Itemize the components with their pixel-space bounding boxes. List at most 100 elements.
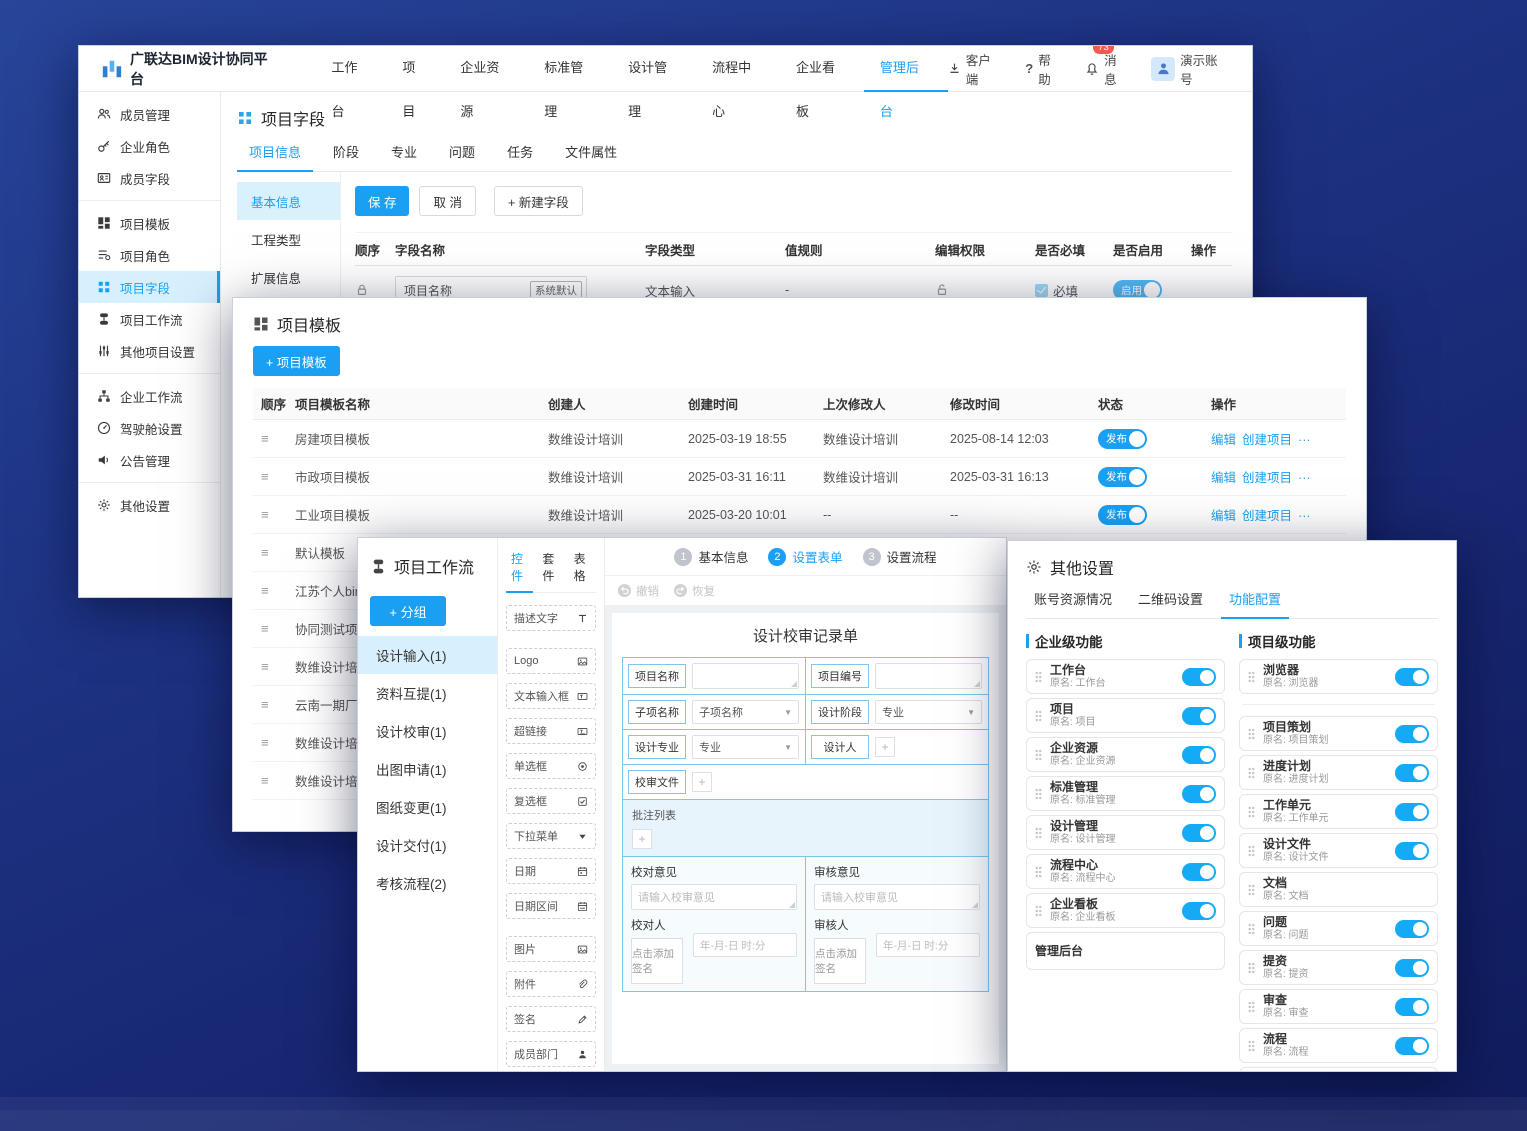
more-link[interactable]: ··· — [1298, 471, 1311, 485]
drag-dots-icon[interactable] — [1035, 671, 1042, 683]
settings-tab[interactable]: 功能配置 — [1221, 589, 1289, 619]
check-opinion-textarea[interactable]: 请输入校审意见 — [631, 884, 797, 910]
feature-toggle[interactable] — [1395, 668, 1429, 686]
drag-dots-icon[interactable] — [1035, 866, 1042, 878]
nav-menu-item[interactable]: 项目 — [386, 46, 444, 92]
fields-section-item[interactable]: 扩展信息 — [237, 258, 340, 296]
drag-dots-icon[interactable] — [1248, 728, 1255, 740]
publish-toggle[interactable]: 发布 — [1098, 429, 1147, 449]
drag-dots-icon[interactable] — [1248, 767, 1255, 779]
feature-toggle[interactable] — [1182, 824, 1216, 842]
workflow-item[interactable]: 设计交付(1) — [358, 826, 497, 864]
cancel-button[interactable]: 取 消 — [419, 186, 475, 216]
feature-toggle[interactable] — [1395, 998, 1429, 1016]
workflow-item[interactable]: 设计输入(1) — [358, 636, 497, 674]
drag-dots-icon[interactable] — [1248, 1040, 1255, 1052]
palette-tab[interactable]: 表格 — [569, 550, 596, 593]
palette-control[interactable]: 成员部门 — [506, 1041, 596, 1067]
fields-tab[interactable]: 项目信息 — [237, 142, 313, 172]
sidebar-item[interactable]: 其他项目设置 — [79, 335, 220, 367]
fields-tab[interactable]: 专业 — [379, 142, 429, 172]
feature-toggle[interactable] — [1395, 842, 1429, 860]
palette-control[interactable]: 单选框 — [506, 753, 596, 779]
nav-menu-item[interactable]: 企业资源 — [444, 46, 528, 92]
messages-button[interactable]: 消息 73 — [1085, 50, 1129, 88]
fields-tab[interactable]: 阶段 — [321, 142, 371, 172]
palette-control[interactable]: 日期区间 — [506, 893, 596, 919]
sidebar-item[interactable]: 企业工作流 — [79, 380, 220, 412]
palette-control[interactable]: 文本输入框 — [506, 683, 596, 709]
drag-dots-icon[interactable] — [1248, 845, 1255, 857]
edit-link[interactable]: 编辑 — [1211, 509, 1236, 523]
sidebar-item[interactable]: 成员管理 — [79, 98, 220, 130]
drag-handle-icon[interactable]: ≡ — [261, 545, 269, 560]
drag-dots-icon[interactable] — [1248, 806, 1255, 818]
review-opinion-textarea[interactable]: 请输入校审意见 — [814, 884, 980, 910]
feature-toggle[interactable] — [1395, 920, 1429, 938]
feature-toggle[interactable] — [1182, 668, 1216, 686]
feature-toggle[interactable] — [1182, 746, 1216, 764]
add-group-button[interactable]: + 分组 — [370, 596, 446, 626]
feature-toggle[interactable] — [1395, 959, 1429, 977]
palette-control[interactable]: 复选框 — [506, 788, 596, 814]
drag-dots-icon[interactable] — [1035, 905, 1042, 917]
nav-menu-item[interactable]: 流程中心 — [696, 46, 780, 92]
sidebar-item[interactable]: 企业角色 — [79, 130, 220, 162]
palette-tab[interactable]: 套件 — [537, 550, 564, 593]
feature-toggle[interactable] — [1395, 725, 1429, 743]
create-project-link[interactable]: 创建项目 — [1242, 471, 1292, 485]
drag-dots-icon[interactable] — [1248, 962, 1255, 974]
drag-dots-icon[interactable] — [1248, 671, 1255, 683]
add-designer-button[interactable]: + — [875, 737, 895, 757]
drag-handle-icon[interactable]: ≡ — [261, 735, 269, 750]
palette-control[interactable]: Logo — [506, 648, 596, 674]
fields-section-item[interactable]: 基本信息 — [237, 182, 340, 220]
sidebar-item[interactable]: 项目角色 — [79, 239, 220, 271]
feature-toggle[interactable] — [1182, 902, 1216, 920]
nav-menu-item[interactable]: 企业看板 — [780, 46, 864, 92]
fields-tab[interactable]: 文件属性 — [553, 142, 629, 172]
more-link[interactable]: ··· — [1298, 509, 1311, 523]
reviewer-signature-box[interactable]: 点击添加签名 — [814, 938, 866, 984]
palette-control[interactable]: 超链接 — [506, 718, 596, 744]
review-date-input[interactable]: 年-月-日 时:分 — [876, 933, 980, 957]
nav-menu-item[interactable]: 工作台 — [315, 46, 386, 92]
workflow-item[interactable]: 出图申请(1) — [358, 750, 497, 788]
drag-handle-icon[interactable]: ≡ — [261, 621, 269, 636]
sidebar-item[interactable]: 项目字段 — [79, 271, 220, 303]
save-button[interactable]: 保 存 — [355, 186, 409, 216]
create-project-link[interactable]: 创建项目 — [1242, 433, 1292, 447]
sidebar-item[interactable]: 项目模板 — [79, 207, 220, 239]
drag-handle-icon[interactable]: ≡ — [261, 697, 269, 712]
edit-link[interactable]: 编辑 — [1211, 471, 1236, 485]
create-project-link[interactable]: 创建项目 — [1242, 509, 1292, 523]
add-annotation-button[interactable]: + — [632, 829, 652, 849]
palette-control[interactable]: 签名 — [506, 1006, 596, 1032]
project-name-textarea[interactable] — [692, 663, 799, 689]
designer-step[interactable]: 2 设置表单 — [768, 547, 842, 566]
sidebar-item[interactable]: 公告管理 — [79, 444, 220, 476]
client-download-button[interactable]: 客户端 — [948, 50, 1003, 88]
sidebar-item[interactable]: 项目工作流 — [79, 303, 220, 335]
drag-handle-icon[interactable]: ≡ — [261, 469, 269, 484]
drag-dots-icon[interactable] — [1035, 788, 1042, 800]
edit-link[interactable]: 编辑 — [1211, 433, 1236, 447]
drag-dots-icon[interactable] — [1248, 884, 1255, 896]
publish-toggle[interactable]: 发布 — [1098, 467, 1147, 487]
stage-select[interactable]: 专业▼ — [875, 700, 982, 724]
drag-handle-icon[interactable]: ≡ — [261, 507, 269, 522]
add-review-file-button[interactable]: + — [692, 772, 712, 792]
publish-toggle[interactable]: 发布 — [1098, 505, 1147, 525]
palette-control[interactable]: 日期 — [506, 858, 596, 884]
help-button[interactable]: ? 帮助 — [1025, 50, 1063, 88]
feature-toggle[interactable] — [1182, 863, 1216, 881]
workflow-item[interactable]: 考核流程(2) — [358, 864, 497, 902]
palette-control[interactable]: 描述文字 — [506, 605, 596, 631]
account-menu[interactable]: 演示账号 — [1151, 50, 1230, 88]
undo-button[interactable]: 撤销 — [617, 583, 659, 599]
nav-menu-item[interactable]: 标准管理 — [528, 46, 612, 92]
more-link[interactable]: ··· — [1298, 433, 1311, 447]
major-select[interactable]: 专业▼ — [692, 735, 799, 759]
workflow-item[interactable]: 资料互提(1) — [358, 674, 497, 712]
drag-handle-icon[interactable]: ≡ — [261, 773, 269, 788]
